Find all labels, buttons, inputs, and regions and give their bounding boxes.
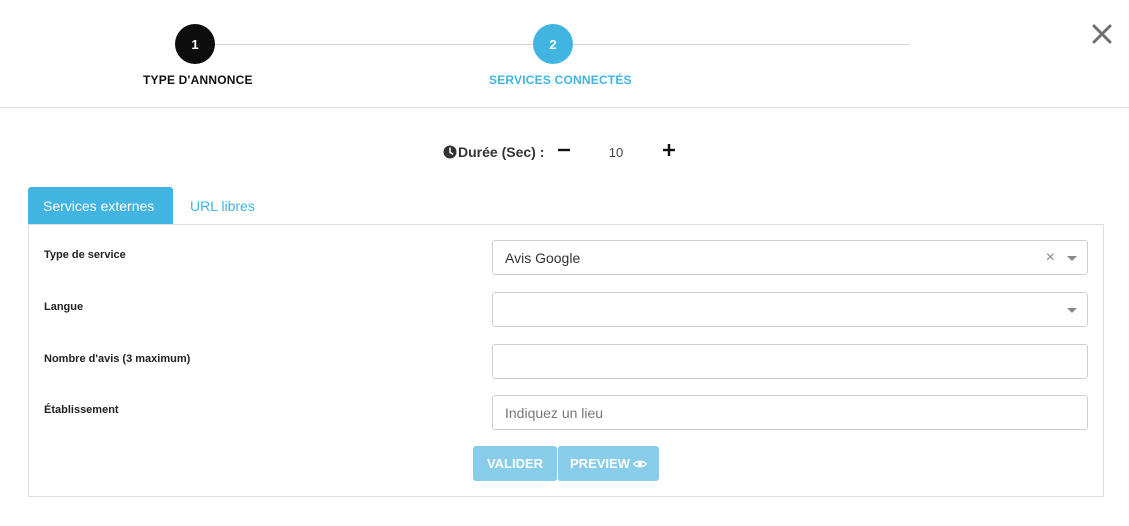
service-type-value: Avis Google bbox=[505, 249, 581, 266]
validate-button[interactable]: VALIDER bbox=[473, 446, 557, 481]
step-2-circle[interactable]: 2 bbox=[533, 24, 573, 64]
duration-control: Durée (Sec) : bbox=[443, 140, 544, 164]
duration-value[interactable]: 10 bbox=[600, 145, 632, 160]
service-type-select[interactable]: Avis Google × bbox=[492, 240, 1088, 275]
tab-services-externes[interactable]: Services externes bbox=[28, 187, 173, 224]
preview-button[interactable]: PREVIEW bbox=[557, 446, 659, 481]
step-1-label: TYPE D'ANNONCE bbox=[143, 73, 253, 87]
tab-url-libres[interactable]: URL libres bbox=[175, 187, 270, 224]
step-connector bbox=[573, 44, 910, 45]
service-type-label: Type de service bbox=[44, 249, 126, 261]
services-panel: Type de service Avis Google × Langue Nom… bbox=[28, 224, 1104, 497]
duration-label: Durée (Sec) : bbox=[458, 144, 545, 160]
language-label: Langue bbox=[44, 301, 84, 313]
language-select[interactable] bbox=[492, 292, 1088, 327]
chevron-down-icon[interactable] bbox=[1067, 256, 1077, 261]
eye-icon bbox=[633, 457, 647, 471]
establishment-label: Établissement bbox=[44, 404, 119, 416]
step-connector bbox=[215, 44, 533, 45]
chevron-down-icon[interactable] bbox=[1067, 308, 1077, 313]
step-1-circle[interactable]: 1 bbox=[175, 24, 215, 64]
preview-button-label: PREVIEW bbox=[570, 456, 630, 471]
review-count-label: Nombre d'avis (3 maximum) bbox=[44, 353, 191, 365]
establishment-placeholder: Indiquez un lieu bbox=[505, 404, 604, 421]
step-2-label: SERVICES CONNECTÉS bbox=[489, 73, 632, 87]
clock-icon bbox=[443, 145, 457, 159]
plus-icon[interactable] bbox=[662, 143, 676, 157]
validate-button-label: VALIDER bbox=[486, 456, 544, 471]
review-count-input[interactable] bbox=[492, 344, 1088, 379]
page: 1 TYPE D'ANNONCE 2 SERVICES CONNECTÉS Du… bbox=[0, 0, 1129, 526]
close-icon[interactable] bbox=[1090, 22, 1114, 46]
establishment-input[interactable]: Indiquez un lieu bbox=[492, 395, 1088, 430]
clear-icon[interactable]: × bbox=[1046, 249, 1055, 267]
stepper: 1 TYPE D'ANNONCE 2 SERVICES CONNECTÉS bbox=[0, 0, 1129, 108]
minus-icon[interactable] bbox=[557, 143, 571, 157]
